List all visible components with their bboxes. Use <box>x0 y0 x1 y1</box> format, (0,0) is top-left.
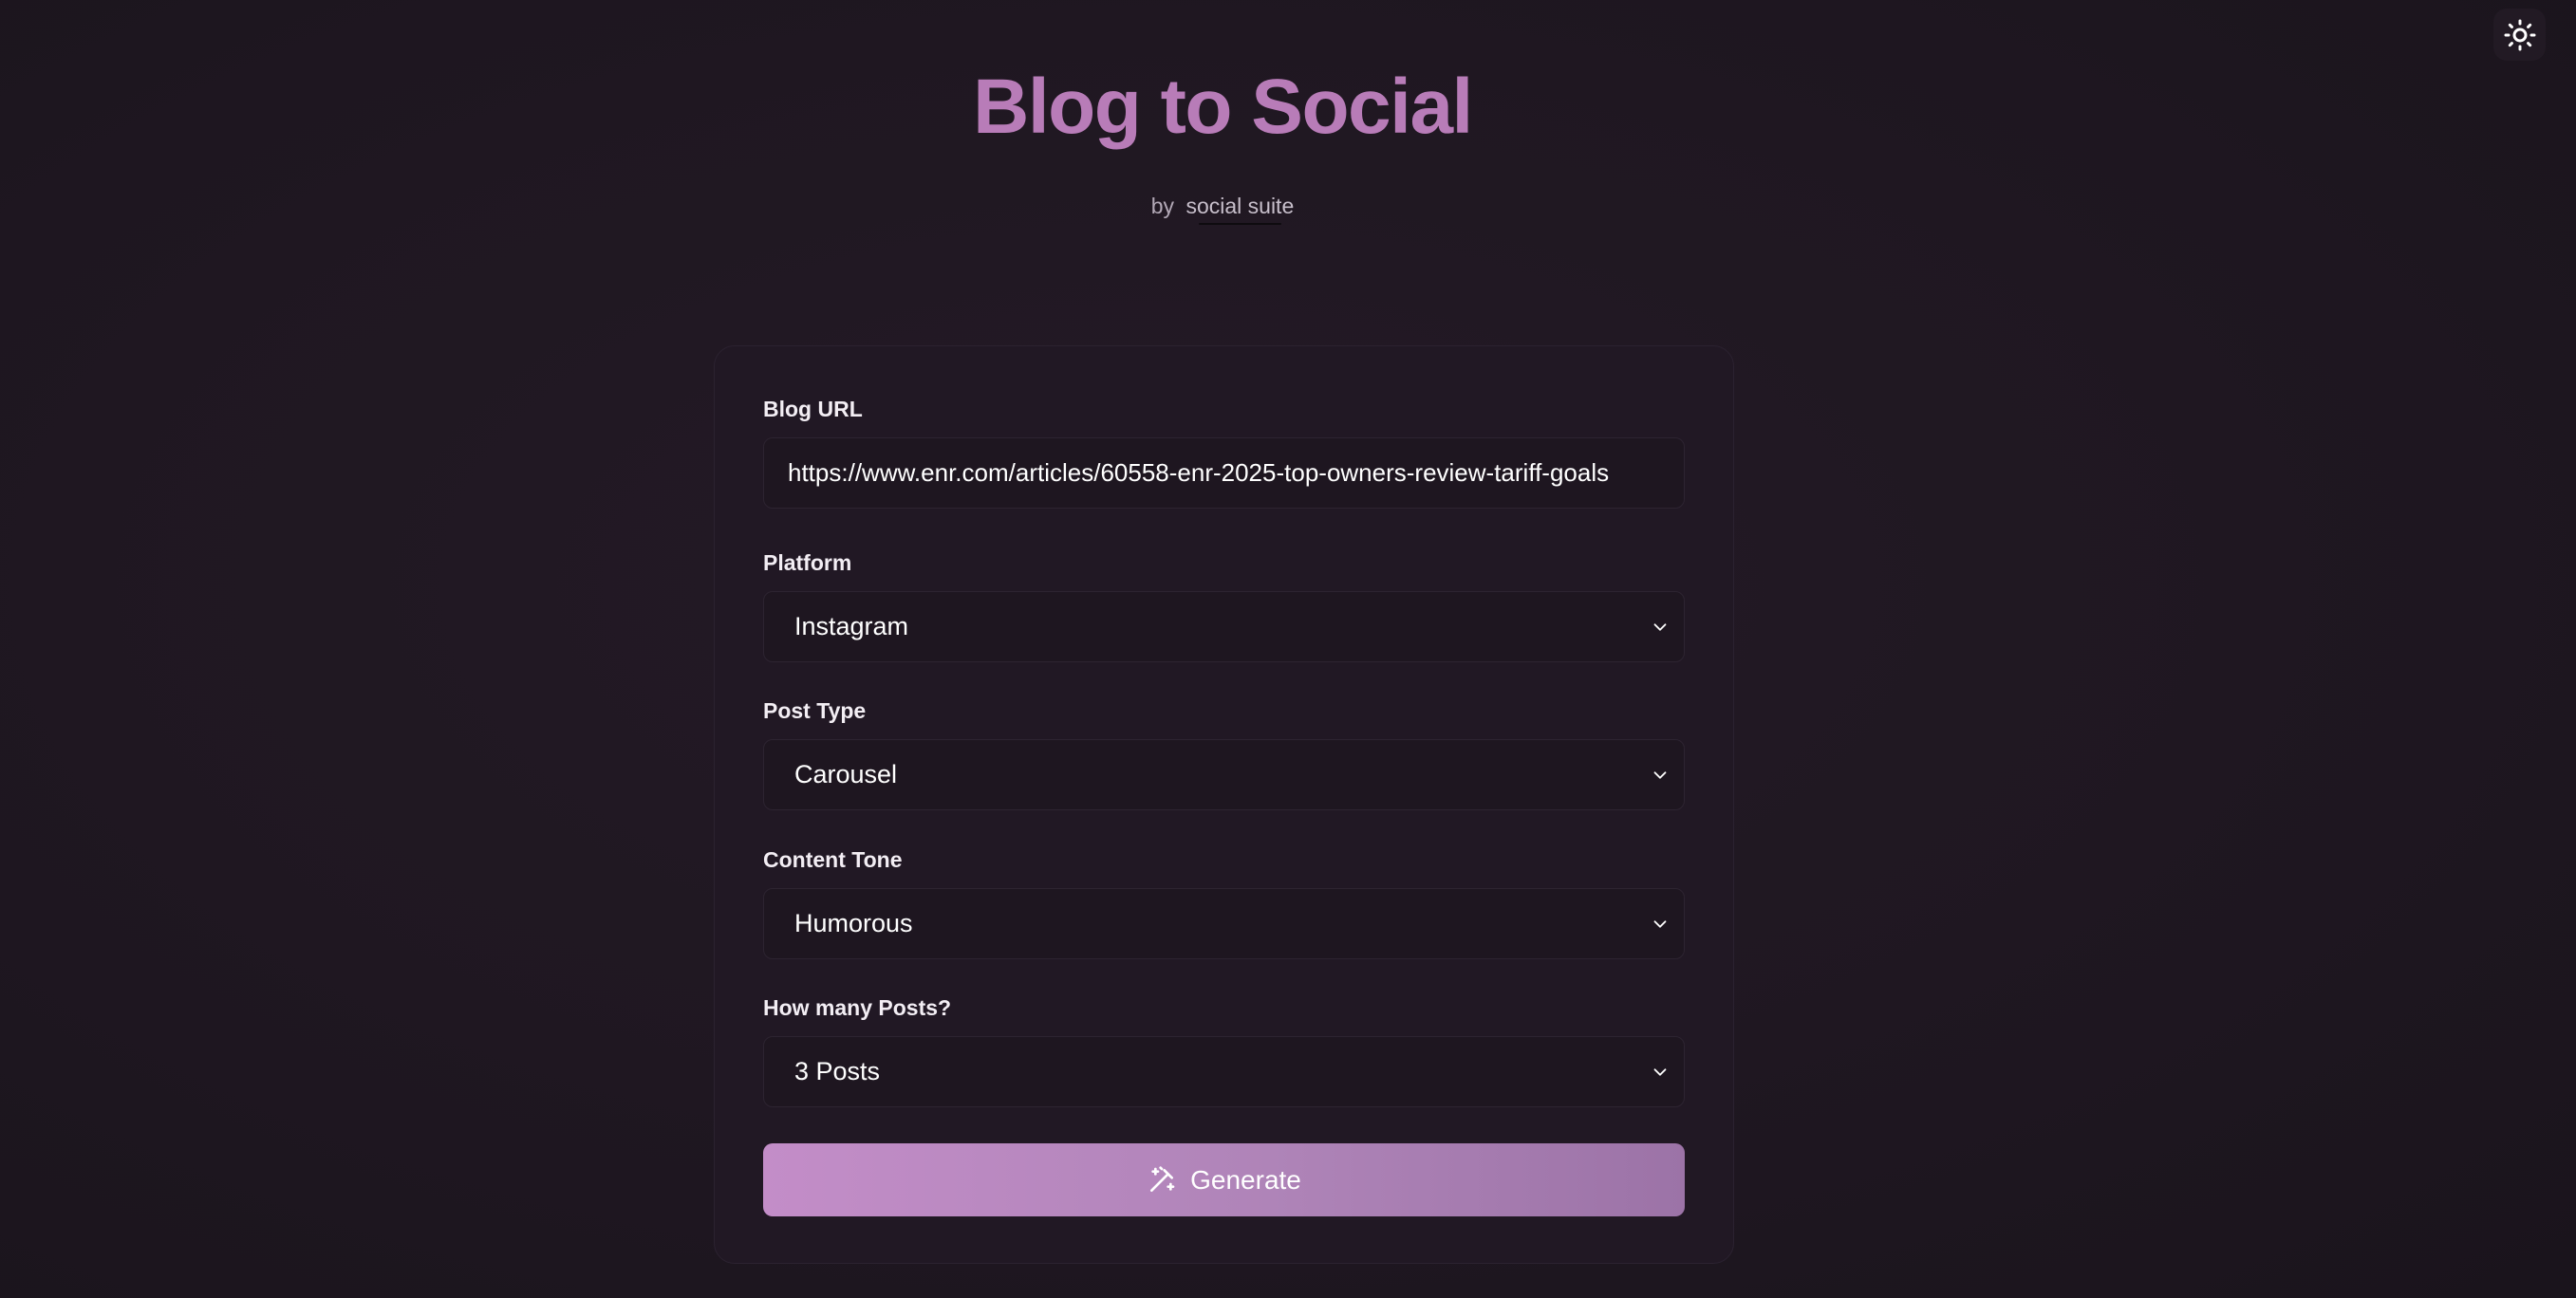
post-type-select[interactable]: Carousel <box>763 739 1685 810</box>
post-count-label: How many Posts? <box>763 995 952 1020</box>
post-count-select[interactable]: 3 Posts <box>763 1036 1685 1107</box>
brand-link[interactable]: social suite <box>1185 194 1294 225</box>
platform-select-value: Instagram <box>794 612 909 640</box>
sun-icon <box>2504 19 2535 50</box>
post-type-select-value: Carousel <box>794 760 898 788</box>
page-title: Blog to Social <box>973 64 1473 150</box>
chevron-down-icon <box>1653 1067 1667 1076</box>
blog-url-input[interactable] <box>763 437 1685 509</box>
magic-wand-icon <box>1150 1165 1175 1192</box>
platform-select[interactable]: Instagram <box>763 591 1685 662</box>
content-tone-select[interactable]: Humorous <box>763 888 1685 959</box>
chevron-down-icon <box>1653 919 1667 928</box>
theme-toggle-button[interactable] <box>2493 9 2546 61</box>
generator-form-card: Blog URL Platform Instagram Post Type Ca… <box>714 345 1734 1264</box>
content-tone-label: Content Tone <box>763 847 903 872</box>
generate-button-label: Generate <box>1190 1164 1301 1195</box>
chevron-down-icon <box>1653 770 1667 779</box>
generate-button[interactable]: Generate <box>763 1143 1685 1216</box>
platform-label: Platform <box>763 550 852 575</box>
content-tone-select-value: Humorous <box>794 909 913 937</box>
post-type-label: Post Type <box>763 698 867 723</box>
blog-url-label: Blog URL <box>763 397 863 421</box>
byline: by social suite <box>0 194 2445 225</box>
byline-prefix: by <box>1150 194 1175 218</box>
post-count-select-value: 3 Posts <box>794 1057 881 1085</box>
chevron-down-icon <box>1653 622 1667 631</box>
